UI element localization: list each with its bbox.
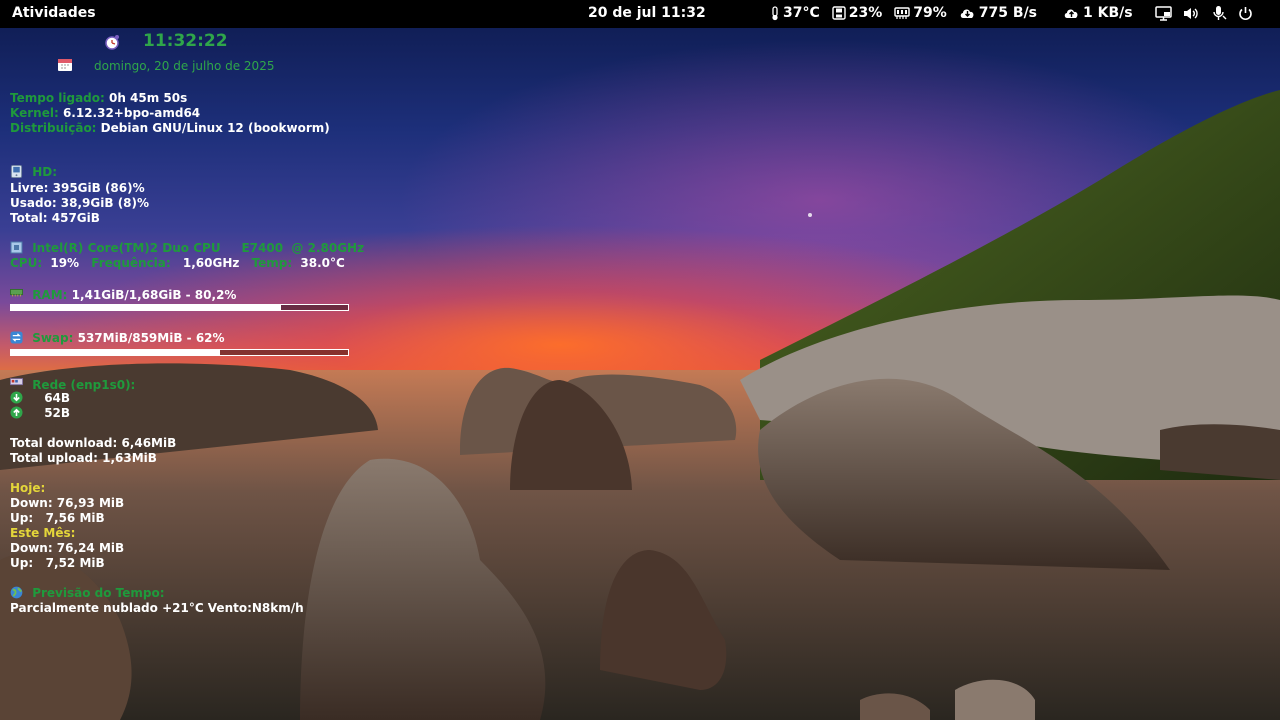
- network-title: Rede (enp1s0):: [32, 378, 136, 392]
- swap-icon: [10, 331, 23, 344]
- distro-row: Distribuição: Debian GNU/Linux 12 (bookw…: [10, 121, 330, 136]
- top-panel: Atividades 20 de jul 11:32 37°C 23% 79% …: [0, 0, 1280, 28]
- upload-speed-value: 1 KB/s: [1083, 5, 1133, 21]
- today-label: Hoje:: [10, 481, 46, 495]
- frequency-value: 1,60GHz: [182, 256, 240, 270]
- conky-time: 11:32:22: [143, 31, 228, 51]
- cpu-stats-row: CPU: 19% Frequência: 1,60GHz Temp: 38.0°…: [10, 256, 345, 271]
- cpu-usage-value: 23%: [848, 5, 883, 21]
- uptime-row: Tempo ligado: 0h 45m 50s: [10, 91, 187, 106]
- uptime-label: Tempo ligado:: [10, 91, 105, 105]
- uptime-value: 0h 45m 50s: [108, 91, 188, 105]
- calendar-icon: [58, 59, 72, 71]
- hd-title: HD:: [32, 165, 57, 179]
- network-wired-icon[interactable]: [1155, 5, 1172, 21]
- network-down-row: 64B: [10, 391, 70, 406]
- weather-value: Parcialmente nublado +21°C Vento:N8km/h: [10, 601, 304, 615]
- hd-free: Livre: 395GiB (86)%: [10, 181, 145, 195]
- temperature-label: Temp:: [251, 256, 293, 270]
- power-icon[interactable]: [1238, 6, 1253, 21]
- ram-usage-bar: [10, 304, 349, 311]
- thermometer-icon: [772, 5, 778, 20]
- swap-usage-bar: [10, 349, 349, 356]
- memory-usage-indicator[interactable]: 79%: [894, 5, 947, 21]
- cpu-label: CPU:: [10, 256, 43, 270]
- download-cloud-icon: [960, 8, 974, 18]
- month-up: Up: 7,52 MiB: [10, 556, 105, 570]
- distro-value: Debian GNU/Linux 12 (bookworm): [100, 121, 330, 135]
- weather-title: Previsão do Tempo:: [32, 586, 165, 600]
- swap-value: 537MiB/859MiB - 62%: [77, 331, 225, 345]
- swap-label: Swap:: [32, 331, 74, 345]
- total-upload: Total upload: 1,63MiB: [10, 451, 157, 465]
- temperature-value: 38.0°C: [300, 256, 345, 270]
- cpu-value: 19%: [50, 256, 80, 270]
- total-download: Total download: 6,46MiB: [10, 436, 177, 450]
- ram-value: 1,41GiB/1,68GiB - 80,2%: [71, 288, 237, 302]
- processor-icon: [10, 241, 23, 254]
- swap-usage-fill: [11, 350, 220, 355]
- upload-cloud-icon: [1064, 8, 1078, 18]
- today-up: Up: 7,56 MiB: [10, 511, 105, 525]
- upload-speed-indicator[interactable]: 1 KB/s: [1063, 5, 1133, 21]
- volume-icon[interactable]: [1183, 6, 1200, 21]
- hd-total: Total: 457GiB: [10, 211, 100, 225]
- arrow-down-icon: [10, 391, 23, 404]
- ram-row: RAM: 1,41GiB/1,68GiB - 80,2%: [10, 286, 236, 303]
- clock-icon: [105, 35, 119, 50]
- weather-title-row: Previsão do Tempo:: [10, 586, 165, 601]
- swap-row: Swap: 537MiB/859MiB - 62%: [10, 331, 225, 346]
- distro-label: Distribuição:: [10, 121, 97, 135]
- cpu-model: Intel(R) Core(TM)2 Duo CPU E7400 @ 2.80G…: [32, 241, 365, 255]
- network-up-row: 52B: [10, 406, 70, 421]
- ram-icon: [10, 289, 23, 297]
- download-speed-value: 775 B/s: [978, 5, 1038, 21]
- hard-disk-icon: [10, 165, 23, 178]
- conky-date: domingo, 20 de julho de 2025: [94, 59, 275, 73]
- memory-icon: [894, 7, 910, 19]
- date-time-indicator[interactable]: 20 de jul 11:32: [588, 5, 706, 21]
- disk-icon: [832, 6, 846, 20]
- activities-button[interactable]: Atividades: [12, 5, 96, 21]
- arrow-up-icon: [10, 406, 23, 419]
- globe-icon: [10, 586, 23, 599]
- network-card-icon: [10, 378, 23, 386]
- ram-label: RAM:: [32, 288, 68, 302]
- download-speed-indicator[interactable]: 775 B/s: [959, 5, 1037, 21]
- kernel-value: 6.12.32+bpo-amd64: [62, 106, 201, 120]
- cpu-model-row: Intel(R) Core(TM)2 Duo CPU E7400 @ 2.80G…: [10, 241, 364, 256]
- system-indicators: 37°C 23% 79% 775 B/s 1 KB/s: [770, 5, 1145, 21]
- ram-usage-fill: [11, 305, 282, 310]
- network-down-value: 64B: [44, 391, 71, 405]
- hd-title-row: HD:: [10, 165, 57, 180]
- cpu-temperature-value: 37°C: [783, 5, 820, 21]
- today-down: Down: 76,93 MiB: [10, 496, 125, 510]
- status-menu[interactable]: [1155, 5, 1264, 21]
- month-down: Down: 76,24 MiB: [10, 541, 125, 555]
- memory-usage-value: 79%: [913, 5, 947, 21]
- month-label: Este Mês:: [10, 526, 76, 540]
- kernel-row: Kernel: 6.12.32+bpo-amd64: [10, 106, 200, 121]
- cpu-temperature-indicator[interactable]: 37°C: [770, 5, 820, 21]
- cpu-usage-indicator[interactable]: 23%: [832, 5, 883, 21]
- kernel-label: Kernel:: [10, 106, 59, 120]
- hd-used: Usado: 38,9GiB (8)%: [10, 196, 150, 210]
- microphone-icon[interactable]: [1211, 5, 1227, 21]
- network-up-value: 52B: [44, 406, 71, 420]
- frequency-label: Frequência:: [91, 256, 171, 270]
